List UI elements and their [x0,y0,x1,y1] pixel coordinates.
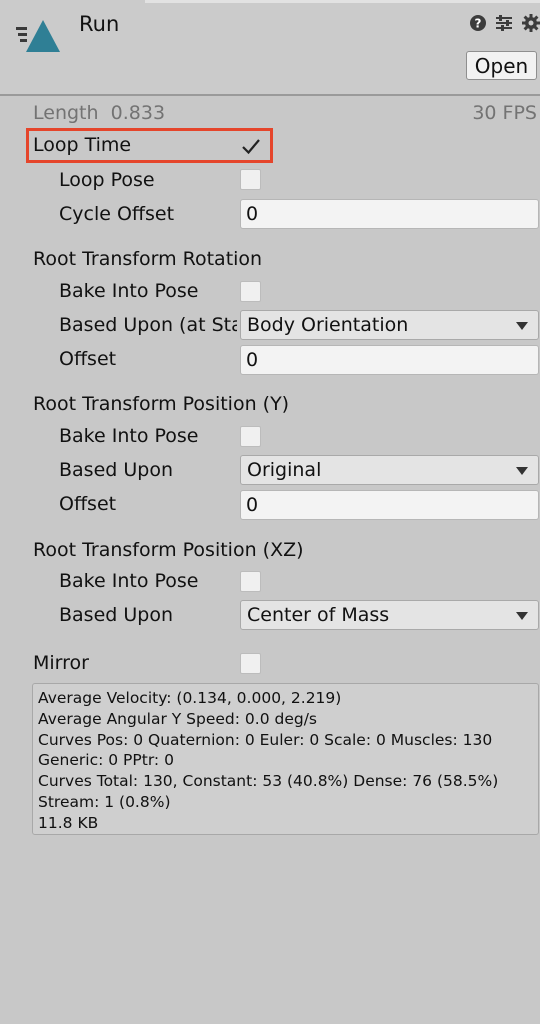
rotation-based-upon-label: Based Upon (at Start) [59,314,237,336]
dropdown-arrow-icon [516,612,528,620]
svg-text:?: ? [475,17,482,31]
length-value: 0.833 [110,102,166,124]
help-icon[interactable]: ? [470,15,486,31]
cycle-offset-label: Cycle Offset [59,203,175,225]
position-y-based-upon-value: Original [247,459,322,481]
rotation-offset-label: Offset [59,348,117,370]
length-label-text: Length [33,102,99,124]
mirror-checkbox[interactable] [240,653,261,674]
fps-label: 30 FPS [472,102,537,124]
open-button[interactable]: Open [466,51,537,80]
inspector-header: Run ? Open [0,0,540,96]
rotation-bake-checkbox[interactable] [240,281,261,302]
loop-pose-label: Loop Pose [59,169,155,191]
position-y-based-upon-label: Based Upon [59,459,173,481]
position-xz-based-upon-value: Center of Mass [247,604,390,626]
clip-title: Run [79,12,120,36]
rotation-offset-field[interactable]: 0 [240,345,539,375]
position-y-bake-checkbox[interactable] [240,426,261,447]
rotation-based-upon-dropdown[interactable]: Body Orientation [240,310,539,340]
rotation-bake-label: Bake Into Pose [59,280,199,302]
position-y-based-upon-dropdown[interactable]: Original [240,455,539,485]
mirror-label: Mirror [33,652,89,674]
position-y-bake-label: Bake Into Pose [59,425,199,447]
cycle-offset-field[interactable]: 0 [240,199,539,229]
position-xz-bake-label: Bake Into Pose [59,570,199,592]
length-label: Length 0.833 [33,102,165,124]
info-line: Curves Total: 130, Constant: 53 (40.8%) … [38,772,499,791]
dropdown-arrow-icon [516,467,528,475]
root-position-y-heading: Root Transform Position (Y) [33,393,290,415]
header-tab-strip [145,0,540,3]
root-rotation-heading: Root Transform Rotation [33,248,263,270]
info-line: Average Velocity: (0.134, 0.000, 2.219) [38,689,342,707]
loop-pose-checkbox[interactable] [240,169,261,190]
info-line: Curves Pos: 0 Quaternion: 0 Euler: 0 Sca… [38,730,493,749]
loop-time-checkbox[interactable] [240,136,262,157]
animation-clip-icon [16,20,60,52]
position-y-offset-field[interactable]: 0 [240,490,539,520]
position-xz-based-upon-dropdown[interactable]: Center of Mass [240,600,539,630]
position-xz-bake-checkbox[interactable] [240,571,261,592]
dropdown-arrow-icon [516,322,528,330]
position-xz-based-upon-label: Based Upon [59,604,173,626]
header-icons: ? [470,14,540,32]
info-line: 11.8 KB [38,813,99,832]
position-y-offset-label: Offset [59,493,117,515]
info-line: Average Angular Y Speed: 0.0 deg/s [38,709,317,728]
preset-sliders-icon[interactable] [496,15,512,31]
root-position-xz-heading: Root Transform Position (XZ) [33,539,304,561]
gear-icon[interactable] [522,14,540,32]
loop-time-label: Loop Time [33,134,132,156]
info-line: Stream: 1 (0.8%) [38,792,171,811]
info-line: Generic: 0 PPtr: 0 [38,751,174,770]
rotation-based-upon-value: Body Orientation [247,314,409,336]
clip-info-box: Average Velocity: (0.134, 0.000, 2.219) … [32,683,539,835]
